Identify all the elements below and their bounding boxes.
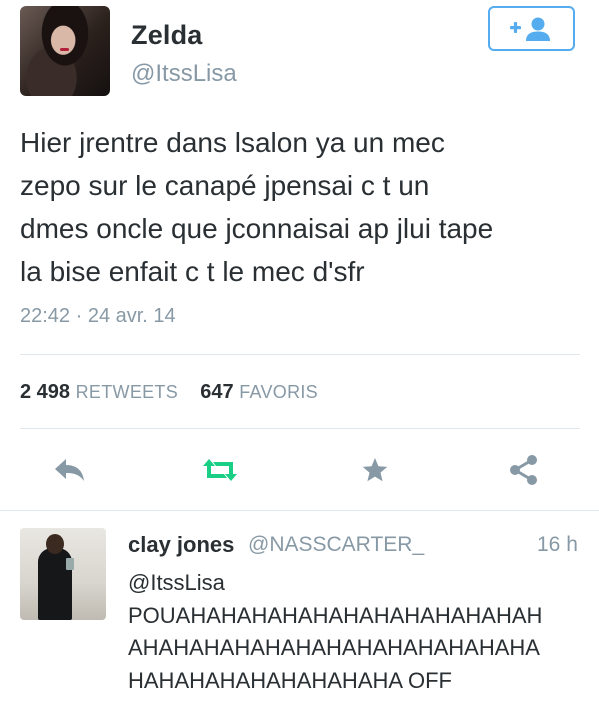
tweet-text-line: Hier jrentre dans lsalon ya un mec <box>20 127 445 158</box>
reply-text-line: POUAHAHAHAHAHAHAHAHAHAHAHAH <box>128 602 543 628</box>
divider <box>0 510 599 511</box>
share-icon <box>510 455 537 485</box>
retweets-stat[interactable]: 2 498 RETWEETS <box>20 381 184 403</box>
author-avatar[interactable] <box>20 6 110 96</box>
avatar-photo <box>20 6 110 96</box>
reply-button[interactable] <box>50 452 90 488</box>
retweet-count: 2 498 <box>20 381 71 403</box>
follow-button[interactable] <box>488 6 575 51</box>
reply-text-line: @ItssLisa <box>128 570 225 595</box>
tweet-text: Hier jrentre dans lsalon ya un mec zepo … <box>20 121 590 293</box>
add-user-icon <box>509 17 550 41</box>
tweet-timestamp[interactable]: 22:42 · 24 avr. 14 <box>20 305 176 328</box>
retweet-button[interactable] <box>200 452 240 488</box>
avatar-detail <box>66 558 74 570</box>
tweet-text-line: dmes oncle que jconnaisai ap jlui tape <box>20 213 494 244</box>
reply-text: @ItssLisa POUAHAHAHAHAHAHAHAHAHAHAHAH AH… <box>128 567 588 697</box>
divider <box>20 354 580 355</box>
share-button[interactable] <box>504 452 544 488</box>
reply-text-line: AHAHAHAHAHAHAHAHAHAHAHAHAHA <box>128 635 540 660</box>
favorites-stat[interactable]: 647 FAVORIS <box>200 381 318 403</box>
reply-text-line: HAHAHAHAHAHAHAHAHA OFF <box>128 667 452 693</box>
favorite-label: FAVORIS <box>239 382 318 402</box>
avatar-detail <box>60 48 69 51</box>
favorite-star-icon <box>362 458 388 482</box>
reply-author-handle[interactable]: @NASSCARTER_ <box>248 533 424 557</box>
retweet-icon <box>203 459 237 481</box>
retweet-label: RETWEETS <box>75 382 179 402</box>
author-name[interactable]: Zelda <box>131 20 203 51</box>
favorite-count: 647 <box>200 381 234 403</box>
reply-author-avatar[interactable] <box>20 528 106 620</box>
reply-icon <box>55 459 84 481</box>
favorite-button[interactable] <box>355 452 395 488</box>
divider <box>20 428 580 429</box>
avatar-detail <box>46 534 64 554</box>
reply-author-name[interactable]: clay jones <box>128 532 234 558</box>
author-handle[interactable]: @ItssLisa <box>131 60 237 88</box>
tweet-text-line: la bise enfait c t le mec d'sfr <box>20 256 365 287</box>
reply-timestamp[interactable]: 16 h <box>537 533 578 557</box>
tweet-stats: 2 498 RETWEETS 647 FAVORIS <box>20 381 318 404</box>
tweet-text-line: zepo sur le canapé jpensai c t un <box>20 170 430 201</box>
